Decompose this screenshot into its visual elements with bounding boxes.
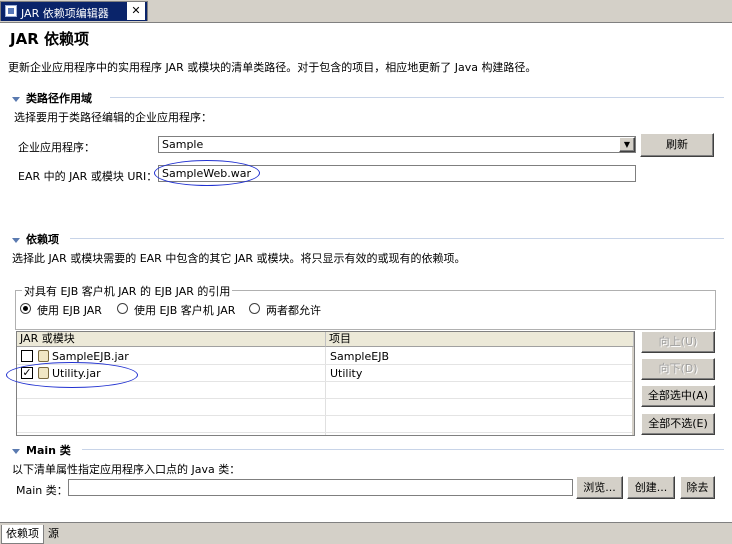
ear-select[interactable]: Sample bbox=[158, 136, 636, 153]
uri-field-value: SampleWeb.war bbox=[162, 167, 251, 180]
close-icon[interactable]: ✕ bbox=[127, 2, 145, 20]
row-project-name: Utility bbox=[330, 367, 363, 380]
section-separator bbox=[82, 449, 724, 450]
tab-source[interactable]: 源 bbox=[44, 525, 63, 543]
refresh-button[interactable]: 刷新 bbox=[640, 133, 714, 157]
uri-label: EAR 中的 JAR 或模块 URI： bbox=[18, 170, 158, 183]
main-class-field[interactable] bbox=[68, 479, 573, 496]
tab-dependencies[interactable]: 依赖项 bbox=[1, 525, 44, 544]
table-row-empty bbox=[17, 382, 634, 399]
radio-label: 使用 EJB 客户机 JAR bbox=[134, 304, 236, 317]
ejb-reference-group-label: 对具有 EJB 客户机 JAR 的 EJB JAR 的引用 bbox=[22, 283, 233, 299]
section-heading: 依赖项 bbox=[26, 233, 59, 246]
jar-icon bbox=[38, 367, 49, 379]
scope-instruction: 选择要用于类路径编辑的企业应用程序： bbox=[14, 111, 212, 124]
jar-icon bbox=[38, 350, 49, 362]
dependencies-instruction: 选择此 JAR 或模块需要的 EAR 中包含的其它 JAR 或模块。将只显示有效… bbox=[12, 252, 466, 265]
collapse-triangle-icon bbox=[12, 237, 20, 243]
section-classpath-scope[interactable]: 类路径作用域 bbox=[12, 90, 92, 106]
main-class-label: Main 类： bbox=[16, 484, 68, 497]
section-dependencies[interactable]: 依赖项 bbox=[12, 231, 59, 247]
select-all-button[interactable]: 全部选中(A) bbox=[641, 385, 715, 407]
row-project-name: SampleEJB bbox=[330, 350, 389, 363]
row-jar-name: Utility.jar bbox=[52, 367, 101, 380]
table-row[interactable]: ✓ Utility.jar Utility bbox=[17, 365, 634, 382]
move-down-button[interactable]: 向下(D) bbox=[641, 358, 715, 380]
collapse-triangle-icon bbox=[12, 448, 20, 454]
section-separator bbox=[70, 238, 724, 239]
uri-field[interactable]: SampleWeb.war bbox=[158, 165, 636, 182]
column-header-jar[interactable]: JAR 或模块 bbox=[17, 332, 326, 347]
radio-use-ejb-jar[interactable] bbox=[20, 303, 31, 314]
radio-label: 两者都允许 bbox=[266, 304, 321, 317]
section-heading: 类路径作用域 bbox=[26, 92, 92, 105]
dropdown-arrow-icon[interactable]: ▼ bbox=[619, 137, 635, 152]
row-checkbox[interactable] bbox=[21, 350, 33, 362]
ear-select-value: Sample bbox=[162, 138, 204, 151]
table-row[interactable]: SampleEJB.jar SampleEJB bbox=[17, 348, 634, 365]
section-heading: Main 类 bbox=[26, 444, 71, 457]
bottom-tab-bar: 依赖项 源 bbox=[0, 522, 732, 544]
remove-button[interactable]: 除去 bbox=[680, 476, 715, 499]
browse-button[interactable]: 浏览... bbox=[576, 476, 623, 499]
create-button[interactable]: 创建... bbox=[627, 476, 675, 499]
table-row-empty bbox=[17, 399, 634, 416]
row-checkbox-checked[interactable]: ✓ bbox=[21, 367, 33, 379]
page-title: JAR 依赖项 bbox=[10, 30, 89, 48]
deselect-all-button[interactable]: 全部不选(E) bbox=[641, 413, 715, 435]
table-row-empty bbox=[17, 416, 634, 433]
radio-use-ejb-client-jar[interactable] bbox=[117, 303, 128, 314]
radio-allow-both[interactable] bbox=[249, 303, 260, 314]
radio-label: 使用 EJB JAR bbox=[37, 304, 102, 317]
dependencies-table: JAR 或模块 项目 SampleEJB.jar SampleEJB ✓ Uti… bbox=[16, 331, 635, 436]
row-jar-name: SampleEJB.jar bbox=[52, 350, 129, 363]
editor-tab[interactable]: JAR 依赖项编辑器 ✕ bbox=[0, 1, 148, 21]
section-separator bbox=[110, 97, 724, 98]
jar-editor-icon bbox=[5, 5, 17, 17]
collapse-triangle-icon bbox=[12, 96, 20, 102]
main-class-instruction: 以下清单属性指定应用程序入口点的 Java 类： bbox=[12, 463, 241, 476]
table-scrollbar[interactable] bbox=[632, 347, 634, 435]
column-header-project[interactable]: 项目 bbox=[326, 332, 634, 347]
editor-tab-label: JAR 依赖项编辑器 bbox=[21, 7, 109, 20]
ear-label: 企业应用程序： bbox=[18, 141, 95, 154]
move-up-button[interactable]: 向上(U) bbox=[641, 331, 715, 353]
section-main-class[interactable]: Main 类 bbox=[12, 442, 71, 458]
page-description: 更新企业应用程序中的实用程序 JAR 或模块的清单类路径。对于包含的项目，相应地… bbox=[8, 61, 537, 74]
